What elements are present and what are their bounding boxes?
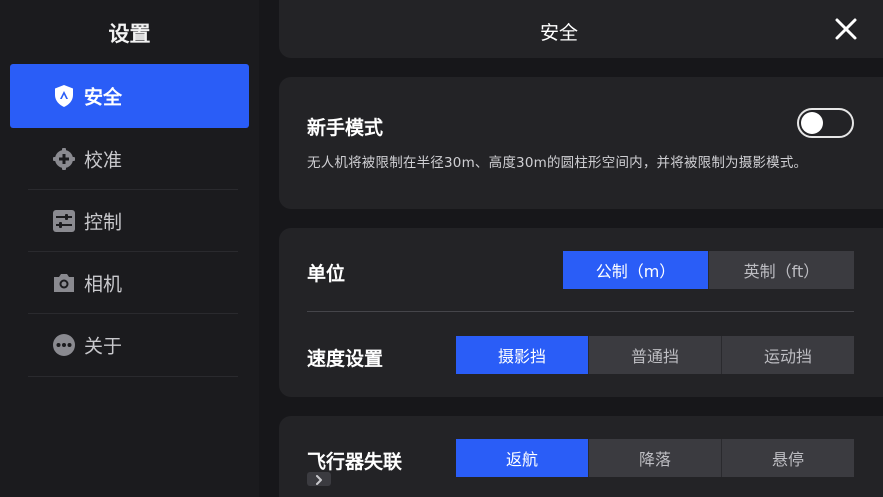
- lost-connection-option-hover[interactable]: 悬停: [721, 439, 854, 477]
- sidebar-title: 设置: [108, 22, 151, 46]
- divider: [307, 311, 854, 312]
- toggle-knob: [801, 112, 823, 134]
- units-option-metric[interactable]: 公制（m）: [563, 251, 708, 289]
- speed-option-cine[interactable]: 摄影挡: [456, 336, 588, 374]
- sliders-icon: [52, 209, 76, 233]
- sidebar-item-label: 安全: [84, 86, 123, 109]
- speed-option-sport[interactable]: 运动挡: [721, 336, 854, 374]
- units-title: 单位: [307, 263, 346, 285]
- divider: [28, 376, 238, 377]
- units-segmented-control: 公制（m） 英制（ft）: [563, 251, 854, 289]
- units-option-imperial[interactable]: 英制（ft）: [708, 251, 854, 289]
- beginner-mode-toggle[interactable]: [797, 108, 854, 138]
- beginner-mode-description: 无人机将被限制在半径30m、高度30m的圆柱形空间内，并将被限制为摄影模式。: [307, 155, 808, 171]
- lost-connection-option-return[interactable]: 返航: [456, 439, 588, 477]
- expand-button[interactable]: [307, 472, 331, 486]
- sidebar-item-camera[interactable]: 相机: [10, 252, 249, 314]
- sidebar-item-label: 关于: [84, 335, 123, 358]
- camera-icon: [52, 271, 76, 295]
- page-title: 安全: [539, 22, 578, 44]
- speed-title: 速度设置: [307, 348, 384, 370]
- chevron-right-icon: [315, 470, 323, 489]
- sidebar-item-control[interactable]: 控制: [10, 190, 249, 252]
- speed-segmented-control: 摄影挡 普通挡 运动挡: [456, 336, 854, 374]
- sidebar-item-security[interactable]: 安全: [10, 64, 249, 128]
- lost-connection-segmented-control: 返航 降落 悬停: [456, 439, 854, 477]
- sidebar-item-label: 控制: [84, 211, 123, 234]
- shield-icon: [52, 84, 76, 108]
- close-icon: [832, 18, 860, 47]
- beginner-mode-card: [279, 77, 883, 209]
- calibration-icon: [52, 147, 76, 171]
- sidebar-item-calibration[interactable]: 校准: [10, 128, 249, 190]
- more-dots-icon: [52, 333, 76, 357]
- beginner-mode-title: 新手模式: [307, 117, 384, 139]
- sidebar: 设置 安全 校准 控制 相机 关于: [0, 0, 259, 497]
- sidebar-item-label: 校准: [84, 149, 123, 172]
- lost-connection-option-land[interactable]: 降落: [588, 439, 721, 477]
- page-header: 安全: [279, 0, 883, 58]
- close-button[interactable]: [832, 15, 860, 43]
- sidebar-item-label: 相机: [84, 273, 123, 296]
- speed-option-normal[interactable]: 普通挡: [588, 336, 721, 374]
- sidebar-item-about[interactable]: 关于: [10, 314, 249, 376]
